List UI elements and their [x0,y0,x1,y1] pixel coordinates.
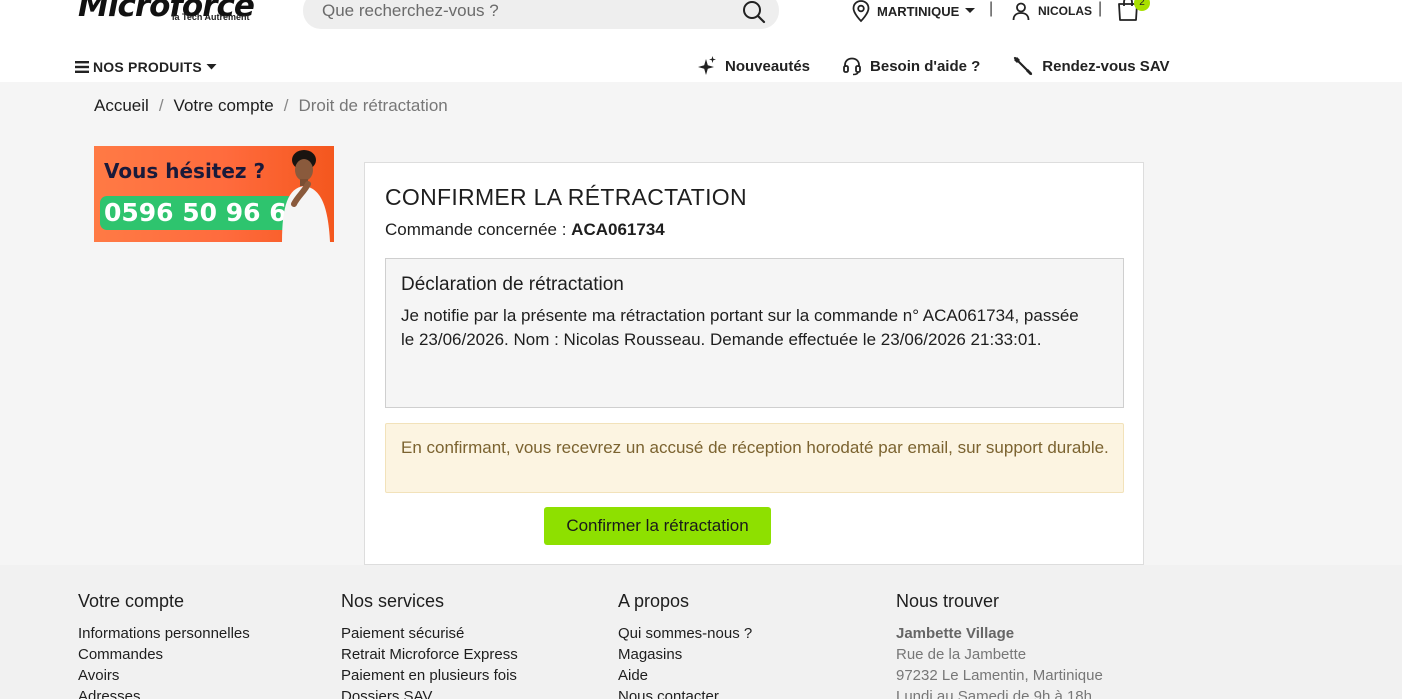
search-button[interactable] [740,0,768,26]
nav-besoin-aide[interactable]: Besoin d'aide ? [842,56,980,76]
store-city: 97232 Le Lamentin, Martinique [896,667,1103,684]
breadcrumb-separator: / [158,96,164,115]
declaration-title: Déclaration de rétractation [401,274,624,295]
tools-icon [1014,56,1033,76]
region-label: MARTINIQUE [877,3,960,19]
footer-column-location: Nous trouver Jambette Village Rue de la … [896,591,1103,699]
nav-link-label: Rendez-vous SAV [1042,57,1170,75]
store-name: Jambette Village [896,625,1015,642]
user-icon [1012,2,1030,21]
footer-column-account: Votre compte Informations personnelles C… [78,591,250,699]
declaration-text: Je notifie par la présente ma rétractati… [401,306,1079,349]
promo-banner[interactable]: Vous hésitez ? 0596 50 96 66 [94,146,334,242]
order-info: Commande concernée : ACA061734 [385,220,665,240]
breadcrumb: Accueil / Votre compte / Droit de rétrac… [94,96,448,116]
footer-link[interactable]: Magasins [618,644,752,665]
footer-column-title: Nous trouver [896,591,1000,611]
confirm-retraction-button[interactable]: Confirmer la rétractation [544,507,771,545]
search-icon [743,1,766,24]
user-account[interactable]: NICOLAS [1011,0,1092,24]
order-number: ACA061734 [571,220,665,239]
caret-down-icon [206,64,217,70]
search-input[interactable] [322,0,722,22]
breadcrumb-home[interactable]: Accueil [94,96,149,116]
footer-column-services: Nos services Paiement sécurisé Retrait M… [341,591,518,699]
region-selector[interactable]: MARTINIQUE [850,0,976,24]
nav-link-label: Besoin d'aide ? [870,57,981,75]
footer-link[interactable]: Paiement sécurisé [341,623,518,644]
cart-count-badge: 2 [1134,0,1150,11]
logo-tagline: la Tech Autrement [172,12,250,22]
breadcrumb-account[interactable]: Votre compte [174,96,274,116]
nav-link-label: Nouveautés [725,57,811,75]
footer-link[interactable]: Dossiers SAV [341,686,518,699]
products-menu-label: NOS PRODUITS [93,59,202,75]
footer-link[interactable]: Qui sommes-nous ? [618,623,752,644]
page-title: CONFIRMER LA RÉTRACTATION [385,184,747,210]
footer-column-title: Nos services [341,591,445,611]
footer-link[interactable]: Avoirs [78,665,250,686]
footer-link[interactable]: Aide [618,665,752,686]
person-illustration [282,150,330,242]
site-header: Microforce la Tech Autrement MARTINIQUE … [0,0,1402,82]
caret-down-icon [965,8,976,13]
breadcrumb-separator: / [283,96,289,115]
notice-text: En confirmant, vous recevrez un accusé d… [401,438,1109,457]
footer-column-about: A propos Qui sommes-nous ? Magasins Aide… [618,591,752,699]
headset-icon [843,57,861,76]
footer-column-title: A propos [618,591,690,611]
header-separator: | [989,0,994,17]
header-separator: | [1098,0,1103,17]
footer-link[interactable]: Paiement en plusieurs fois [341,665,518,686]
footer-link[interactable]: Commandes [78,644,250,665]
sparkle-icon [698,56,716,75]
footer-column-title: Votre compte [78,591,185,611]
retraction-card: CONFIRMER LA RÉTRACTATION Commande conce… [364,162,1144,565]
search-bar [303,0,779,29]
header-nav: Nouveautés Besoin d'aide ? Rendez-vous S… [697,54,1202,78]
order-label: Commande concernée : [385,220,567,239]
store-hours: Lundi au Samedi de 9h à 18h [896,688,1092,699]
hamburger-icon [75,61,89,73]
breadcrumb-current: Droit de rétractation [298,96,448,115]
footer-link[interactable]: Retrait Microforce Express [341,644,518,665]
promo-title: Vous hésitez ? [104,159,266,183]
products-menu[interactable]: NOS PRODUITS [75,59,217,75]
footer-link[interactable]: Nous contacter [618,686,752,699]
site-footer: Votre compte Informations personnelles C… [0,565,1402,699]
notice-alert: En confirmant, vous recevrez un accusé d… [385,423,1124,493]
store-address: Rue de la Jambette [896,646,1027,663]
footer-link[interactable]: Informations personnelles [78,623,250,644]
site-logo[interactable]: Microforce la Tech Autrement [78,0,264,30]
nav-rendez-vous-sav[interactable]: Rendez-vous SAV [1012,55,1170,77]
declaration-box: Déclaration de rétractation Je notifie p… [385,258,1124,408]
location-pin-icon [852,0,870,23]
nav-nouveautes[interactable]: Nouveautés [697,55,810,77]
footer-link[interactable]: Adresses [78,686,250,699]
user-name: NICOLAS [1038,4,1092,18]
